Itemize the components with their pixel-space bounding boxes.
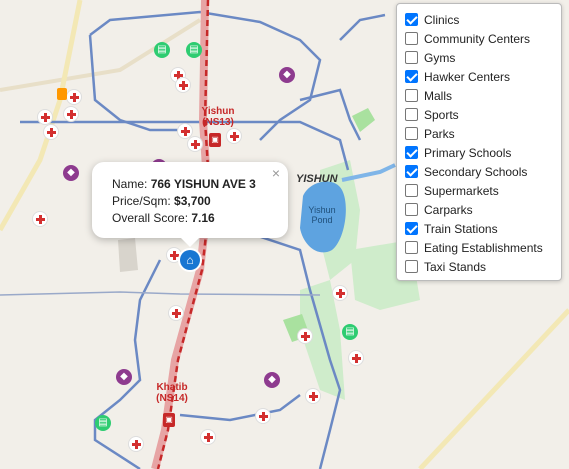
property-popup: × Name: 766 YISHUN AVE 3 Price/Sqm: $3,7…	[92, 162, 288, 247]
train-station-icon[interactable]: ▣	[209, 133, 221, 147]
minor-road	[418, 308, 569, 469]
layer-label: Hawker Centers	[424, 69, 511, 84]
checkbox[interactable]	[405, 32, 418, 45]
park-area	[118, 238, 138, 272]
clinic-icon[interactable]	[44, 125, 58, 139]
clinic-icon[interactable]	[306, 389, 320, 403]
checkbox[interactable]	[405, 165, 418, 178]
layer-toggle-malls[interactable]: Malls	[405, 86, 452, 105]
station-label-yishun: Yishun (NS13)	[201, 106, 235, 128]
clinic-icon[interactable]	[298, 329, 312, 343]
layer-toggle-gyms[interactable]: Gyms	[405, 48, 455, 67]
layer-label: Secondary Schools	[424, 164, 528, 179]
avenue	[88, 34, 190, 132]
layer-label: Primary Schools	[424, 145, 512, 160]
clinic-icon[interactable]	[169, 306, 183, 320]
clinic-icon[interactable]	[38, 110, 52, 124]
layer-toggle-taxi-stands[interactable]: Taxi Stands	[405, 257, 486, 276]
checkbox[interactable]	[405, 89, 418, 102]
layer-label: Eating Establishments	[424, 240, 543, 255]
clinic-icon[interactable]	[256, 409, 270, 423]
checkbox[interactable]	[405, 260, 418, 273]
clinic-icon[interactable]	[176, 78, 190, 92]
layer-label: Gyms	[424, 50, 456, 65]
layer-toggle-clinics[interactable]: Clinics	[405, 10, 459, 29]
layer-label: Parks	[424, 126, 455, 141]
layer-toggle-hawker-centers[interactable]: Hawker Centers	[405, 67, 510, 86]
secondary-school-icon[interactable]: ◆	[264, 372, 280, 388]
clinic-icon[interactable]	[67, 90, 81, 104]
layer-label: Malls	[424, 88, 453, 103]
primary-school-icon[interactable]: ▤	[342, 324, 358, 340]
home-icon[interactable]: ⌂	[180, 250, 200, 270]
layer-toggle-eating-establishments[interactable]: Eating Establishments	[405, 238, 543, 257]
layer-toggle-train-stations[interactable]: Train Stations	[405, 219, 498, 238]
secondary-school-icon[interactable]: ◆	[63, 165, 79, 181]
clinic-icon[interactable]	[333, 286, 347, 300]
minor-road	[0, 18, 202, 92]
layer-label: Supermarkets	[424, 183, 499, 198]
clinic-icon[interactable]	[129, 437, 143, 451]
close-icon[interactable]: ×	[272, 165, 280, 181]
clinic-icon[interactable]	[178, 124, 192, 138]
pond-label: Yishun Pond	[308, 205, 336, 225]
layer-label: Clinics	[424, 12, 460, 27]
avenue	[0, 291, 321, 296]
secondary-school-icon[interactable]: ◆	[279, 67, 295, 83]
layer-label: Sports	[424, 107, 459, 122]
clinic-icon[interactable]	[349, 351, 363, 365]
popup-name-row: Name: 766 YISHUN AVE 3	[112, 177, 256, 191]
checkbox[interactable]	[405, 51, 418, 64]
layer-toggle-community-centers[interactable]: Community Centers	[405, 29, 530, 48]
popup-tip	[180, 237, 200, 247]
area-label: YISHUN	[296, 173, 338, 185]
layer-toggle-carparks[interactable]: Carparks	[405, 200, 473, 219]
checkbox[interactable]	[405, 13, 418, 26]
layer-toggle-supermarkets[interactable]: Supermarkets	[405, 181, 499, 200]
checkbox[interactable]	[405, 241, 418, 254]
layer-control: Clinics Community Centers Gyms Hawker Cente…	[396, 3, 562, 281]
avenue	[299, 88, 362, 141]
clinic-icon[interactable]	[64, 107, 78, 121]
popup-price-row: Price/Sqm: $3,700	[112, 194, 211, 208]
secondary-school-icon[interactable]: ◆	[116, 369, 132, 385]
layer-toggle-secondary-schools[interactable]: Secondary Schools	[405, 162, 527, 181]
primary-school-icon[interactable]: ▤	[154, 42, 170, 58]
checkbox[interactable]	[405, 108, 418, 121]
checkbox[interactable]	[405, 70, 418, 83]
hawker-center-icon[interactable]	[57, 88, 67, 100]
layer-label: Taxi Stands	[424, 259, 487, 274]
clinic-icon[interactable]	[188, 137, 202, 151]
clinic-icon[interactable]	[167, 248, 181, 262]
checkbox[interactable]	[405, 184, 418, 197]
layer-label: Community Centers	[424, 31, 531, 46]
layer-label: Carparks	[424, 202, 473, 217]
checkbox[interactable]	[405, 222, 418, 235]
checkbox[interactable]	[405, 146, 418, 159]
primary-school-icon[interactable]: ▤	[95, 415, 111, 431]
avenue	[339, 13, 386, 41]
checkbox[interactable]	[405, 203, 418, 216]
avenue	[93, 259, 162, 469]
layer-label: Train Stations	[424, 221, 498, 236]
train-station-icon[interactable]: ▣	[163, 413, 175, 427]
station-label-khatib: Khatib (NS14)	[156, 382, 188, 404]
clinic-icon[interactable]	[227, 129, 241, 143]
layer-toggle-sports[interactable]: Sports	[405, 105, 459, 124]
clinic-icon[interactable]	[201, 430, 215, 444]
primary-school-icon[interactable]: ▤	[186, 42, 202, 58]
popup-score-row: Overall Score: 7.16	[112, 211, 215, 225]
layer-toggle-primary-schools[interactable]: Primary Schools	[405, 143, 511, 162]
avenue	[179, 394, 301, 422]
clinic-icon[interactable]	[33, 212, 47, 226]
layer-toggle-parks[interactable]: Parks	[405, 124, 455, 143]
checkbox[interactable]	[405, 127, 418, 140]
